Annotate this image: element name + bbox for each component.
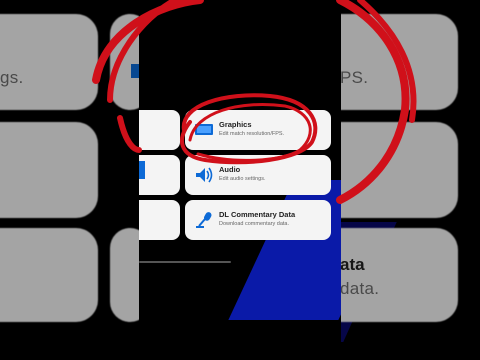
settings-card-partial[interactable] (139, 110, 180, 150)
settings-card-partial[interactable] (139, 200, 180, 240)
settings-card-partial[interactable] (139, 155, 180, 195)
commentary-card[interactable]: DL Commentary Data Download commentary d… (185, 200, 331, 240)
speaker-icon (193, 165, 215, 185)
commentary-title: DL Commentary Data (219, 210, 296, 219)
graphics-card[interactable]: Graphics Edit match resolution/FPS. (185, 110, 331, 150)
monitor-icon (193, 120, 215, 140)
audio-card[interactable]: Audio Edit audio settings. (185, 155, 331, 195)
graphics-title: Graphics (219, 120, 252, 129)
left-dim (0, 0, 139, 360)
partial-blue-icon (139, 161, 145, 179)
audio-desc: Edit audio settings. (219, 176, 266, 182)
settings-panel: Graphics Edit match resolution/FPS. Audi… (139, 0, 341, 360)
audio-title: Audio (219, 165, 241, 174)
graphics-desc: Edit match resolution/FPS. (219, 131, 285, 137)
scrollbar[interactable] (139, 261, 231, 263)
microphone-icon (193, 210, 215, 230)
right-dim (341, 0, 480, 360)
commentary-desc: Download commentary data. (219, 221, 290, 227)
video-frame: gs. PS. ata data. Graphics Edit match re… (0, 0, 480, 360)
